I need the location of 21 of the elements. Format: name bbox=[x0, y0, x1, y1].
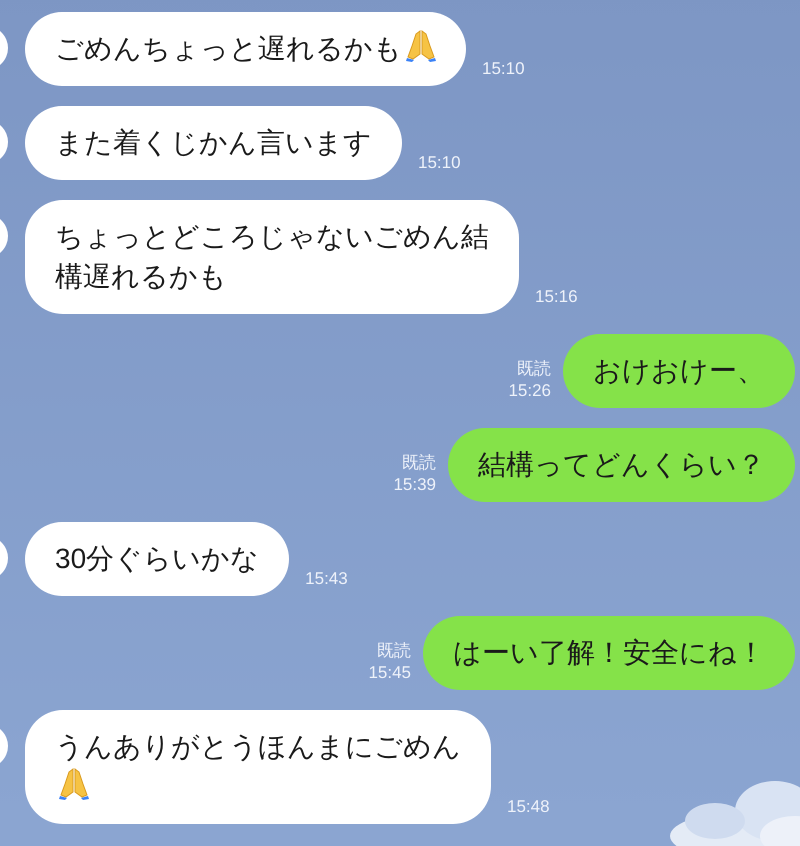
message-bubble: ちょっとどころじゃないごめん結 構遅れるかも bbox=[25, 200, 519, 314]
timestamp: 15:10 bbox=[482, 58, 525, 80]
praying-hands-icon bbox=[59, 768, 89, 800]
timestamp: 15:16 bbox=[535, 286, 578, 308]
message-bubble: 結構ってどんくらい？ bbox=[448, 428, 795, 502]
message-bubble: また着くじかん言います bbox=[25, 106, 402, 180]
message-bubble: 30分ぐらいかな bbox=[25, 522, 290, 596]
timestamp: 15:48 bbox=[507, 796, 550, 818]
timestamp: 15:26 bbox=[508, 380, 551, 402]
praying-hands-icon bbox=[406, 30, 436, 62]
read-receipt: 既読 bbox=[402, 452, 436, 474]
timestamp: 15:10 bbox=[418, 152, 461, 174]
read-receipt: 既読 bbox=[377, 640, 411, 662]
timestamp: 15:45 bbox=[368, 662, 411, 684]
timestamp: 15:39 bbox=[393, 474, 436, 496]
message-bubble: うんありがとうほんまにごめん bbox=[25, 710, 491, 824]
message-bubble: はーい了解！安全にね！ bbox=[423, 616, 795, 690]
read-receipt: 既読 bbox=[517, 358, 551, 380]
timestamp: 15:43 bbox=[305, 568, 348, 590]
message-bubble: おけおけー、 bbox=[563, 334, 795, 408]
message-bubble: ごめんちょっと遅れるかも bbox=[25, 12, 466, 86]
